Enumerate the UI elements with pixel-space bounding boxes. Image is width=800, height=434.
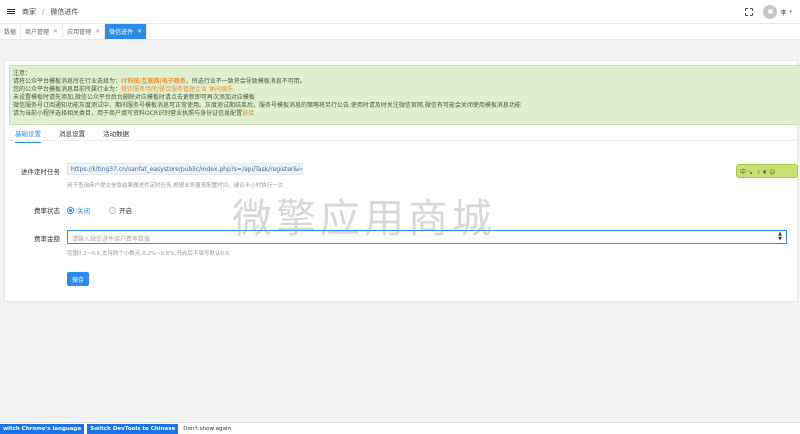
task-label: 进件定时任务 [21,168,60,176]
notice-line-1: 请将公众平台模板消息所在行业选择为：IT科技/互联网|电子商务，所选行业不一致将… [13,78,797,86]
task-url-field[interactable]: https://klting37.cn/sanfat_easystore/pub… [67,163,303,175]
tab-label: 数据 [4,29,17,36]
user-menu[interactable]: 李 ▾ [763,5,792,19]
breadcrumb-separator: / [42,7,45,16]
notice-highlight: 餐饮服务场所/餐饮服务管理企业 休闲娱乐 [121,86,233,93]
tab-label: 微信进件 [109,29,134,36]
dont-show-again-link[interactable]: Don't show again [181,426,231,432]
devtools-language-bar: witch Chrome's language Switch DevTools … [0,422,800,434]
watermark: 微擎应用商城 [232,196,496,242]
top-header: 商家 / 微信进件 李 ▾ [0,0,800,24]
rate-off-radio[interactable]: 关闭 [67,205,90,215]
close-icon[interactable]: ✕ [53,28,58,35]
switch-chrome-language-button[interactable]: witch Chrome's language [0,423,85,434]
notice-text: 请将公众平台模板消息所在行业选择为： [13,78,122,85]
chevron-down-icon: ▾ [789,9,792,15]
user-name: 李 [780,9,787,17]
ocr-config-link[interactable]: 链接 [242,110,254,117]
hamburger-menu-icon[interactable] [0,0,22,24]
notice-line-2: 您的公众平台模板消息目前所属行业为：餐饮服务场所/餐饮服务管理企业 休闲娱乐 [13,86,797,94]
subtabs-divider [9,140,797,141]
tab-label: 应用管理 [67,29,92,36]
tab-merchant-management[interactable]: 商户管理 ✕ [21,24,64,39]
radio-dot [67,206,74,214]
save-button[interactable]: 保存 [67,272,89,286]
rate-status-label: 费率状态 [34,207,60,215]
breadcrumb: 商家 / 微信进件 [22,7,78,17]
breadcrumb-item-wechat-apply: 微信进件 [50,7,79,16]
tab-data[interactable]: 数据 [0,24,22,39]
notice-text: 您的公众平台模板消息目前所属行业为： [13,86,122,93]
rate-amount-label: 费率金额 [34,235,60,243]
notice-line-4: 微信服务号订阅通知功能灰度测试中，期间服务号模板消息可正常使用。灰度测试期结束后… [13,102,521,109]
floating-toolbar-widget[interactable]: 中 ↘ ☽ ❦ ☺ [736,164,798,178]
fullscreen-icon[interactable] [745,8,754,16]
radio-dot [109,206,116,214]
rate-placeholder: 请输入微信进件商户费率数值 [72,236,151,243]
radio-label: 关闭 [77,207,90,215]
notice-box: 注意： 请将公众平台模板消息所在行业选择为：IT科技/互联网|电子商务，所选行业… [9,65,800,125]
rate-on-radio[interactable]: 开启 [109,205,132,215]
tab-label: 商户管理 [25,29,50,36]
notice-line-5: 请为当前小程序选择相关类目，用于商户填写资料OCR识别营业执照与身份证信息配置链… [13,110,797,118]
widget-icons: 中 ↘ ☽ ❦ ☺ [740,168,776,176]
notice-highlight: IT科技/互联网|电子商务 [121,78,186,85]
close-icon[interactable]: ✕ [137,28,142,35]
breadcrumb-item-merchant[interactable]: 商家 [22,7,36,17]
number-stepper-icon[interactable]: ▲ ▼ [778,232,782,242]
tab-app-management[interactable]: 应用管理 ✕ [63,24,106,39]
notice-text: ，所选行业不一致将会导致模板消息不可用。 [185,78,306,85]
tab-wechat-apply[interactable]: 微信进件 ✕ [105,24,148,39]
page-tab-strip: 数据 商户管理 ✕ 应用管理 ✕ 微信进件 ✕ [0,24,800,40]
notice-title: 注意： [13,70,32,77]
notice-text: 请为当前小程序选择相关类目，用于商户填写资料OCR识别营业执照与身份证信息配置 [13,110,243,117]
avatar [763,5,778,19]
rate-hint: 范围0.2~0.6,支持两个小数点,0.2%~0.6%,开启后不填写默认0.6 [67,251,230,257]
switch-devtools-chinese-button[interactable]: Switch DevTools to Chinese [87,423,179,434]
close-icon[interactable]: ✕ [95,28,100,35]
notice-line-3: 未设置模板时请先添加,微信公众平台后台删除对应模板时请点击更新即可再次添加对应模… [13,94,255,101]
radio-label: 开启 [119,207,132,215]
settings-card: 注意： 请将公众平台模板消息所在行业选择为：IT科技/互联网|电子商务，所选行业… [4,60,800,302]
